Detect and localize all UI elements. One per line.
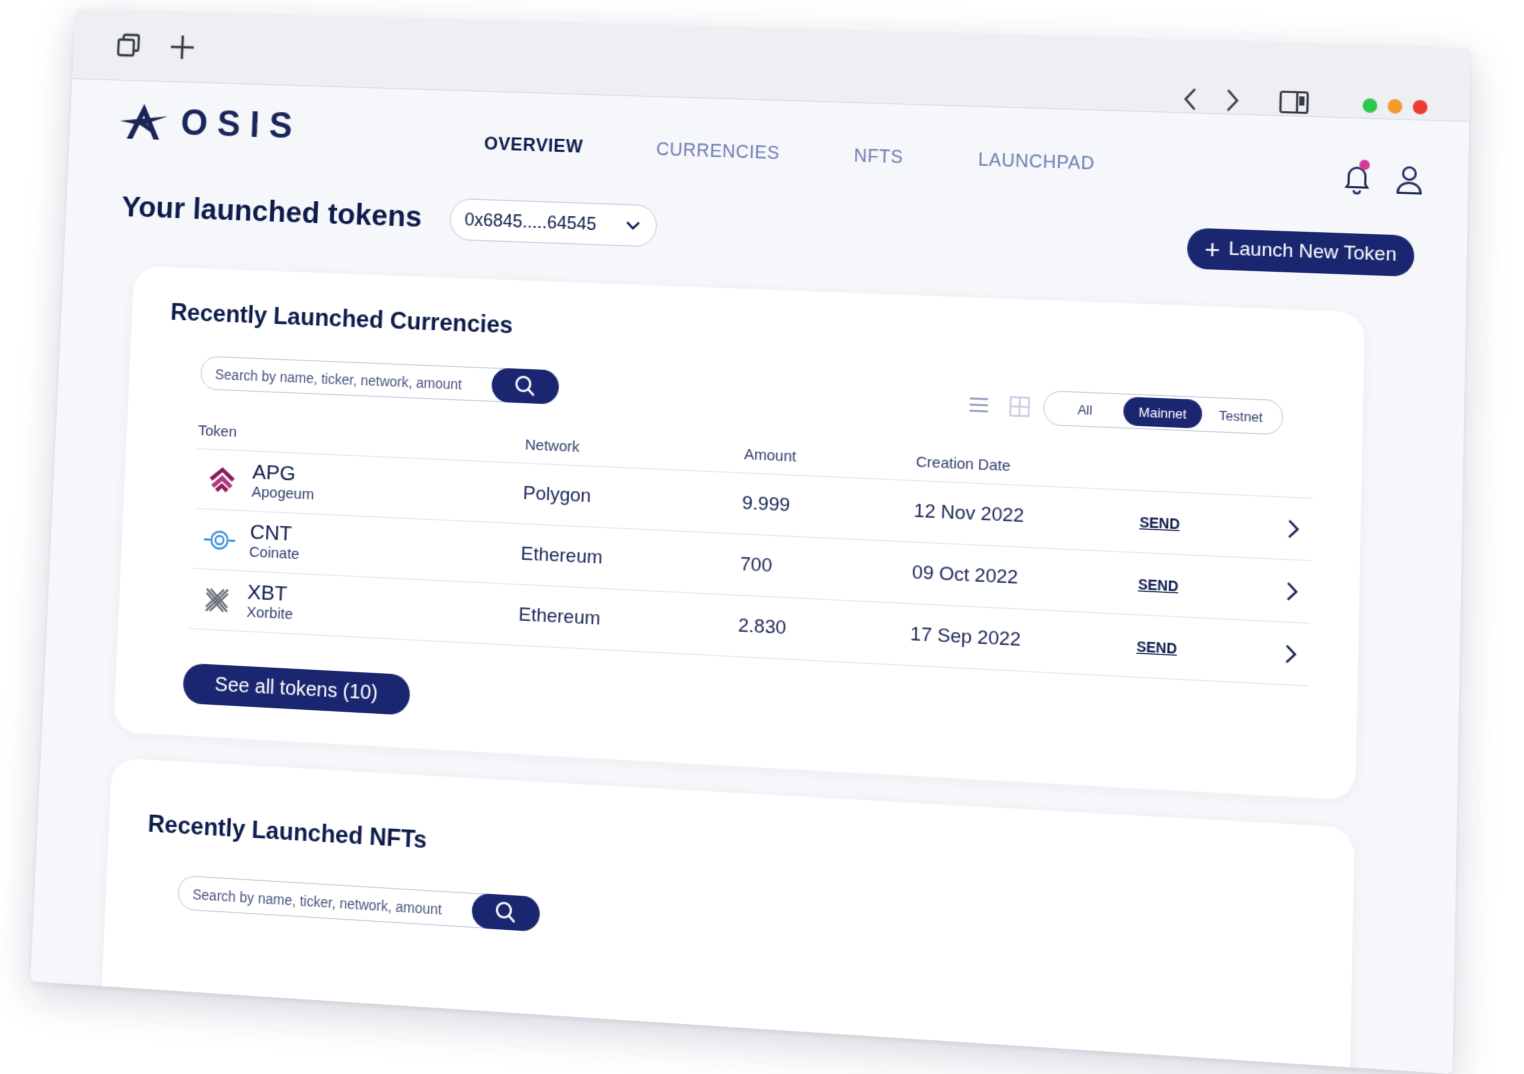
nfts-title: Recently Launched NFTs: [147, 810, 428, 855]
search-icon: [493, 899, 518, 925]
currencies-search-button[interactable]: [491, 367, 560, 405]
nfts-search-button[interactable]: [471, 892, 541, 932]
new-tab-icon[interactable]: [164, 29, 200, 65]
see-all-tokens-button[interactable]: See all tokens (10): [182, 662, 411, 716]
logo-text: OSIS: [180, 102, 303, 147]
chevron-down-icon: [626, 221, 640, 230]
chevron-right-icon[interactable]: [1285, 517, 1302, 541]
window-controls: [1362, 98, 1428, 115]
tabs-icon[interactable]: [111, 28, 147, 64]
nfts-search: [177, 875, 541, 932]
token-name: Xorbite: [246, 603, 294, 623]
app-content: OSIS OVERVIEW CURRENCIES NFTS LAUNCHPAD …: [30, 79, 1470, 1074]
filter-mainnet[interactable]: Mainnet: [1123, 396, 1203, 429]
browser-window: OSIS OVERVIEW CURRENCIES NFTS LAUNCHPAD …: [30, 8, 1471, 1074]
minimize-button[interactable]: [1387, 98, 1403, 114]
chevron-right-icon[interactable]: [1283, 579, 1300, 603]
currencies-card: Recently Launched Currencies All Mainnet…: [113, 265, 1365, 801]
xorbite-icon: [200, 582, 234, 618]
token-cell: XBT Xorbite: [190, 578, 519, 635]
nfts-search-input[interactable]: [191, 876, 469, 929]
token-amount: 2.830: [737, 614, 787, 639]
page-title: Your launched tokens: [120, 190, 423, 234]
token-cell: CNT Coinate: [193, 518, 522, 574]
token-date: 12 Nov 2022: [913, 499, 1025, 527]
bell-icon[interactable]: [1340, 159, 1374, 195]
token-ticker: XBT: [246, 580, 288, 606]
logo-icon: [119, 103, 168, 140]
nav-nfts[interactable]: NFTS: [854, 145, 904, 168]
nav-launchpad[interactable]: LAUNCHPAD: [978, 149, 1095, 174]
scene: OSIS OVERVIEW CURRENCIES NFTS LAUNCHPAD …: [0, 0, 1524, 1074]
token-cell: APG Apogeum: [195, 459, 524, 514]
filter-all[interactable]: All: [1046, 393, 1124, 425]
chevron-right-icon[interactable]: [1282, 642, 1299, 666]
column-network: Network: [524, 436, 580, 456]
wallet-select[interactable]: 0x6845.....64545: [449, 198, 658, 248]
launch-button-label: Launch New Token: [1228, 238, 1397, 266]
token-network: Ethereum: [518, 603, 601, 630]
column-date: Creation Date: [915, 453, 1011, 476]
close-button[interactable]: [1412, 99, 1428, 115]
main-nav: OVERVIEW CURRENCIES NFTS LAUNCHPAD: [484, 133, 1095, 174]
token-name: Coinate: [248, 543, 300, 563]
filter-testnet[interactable]: Testnet: [1201, 400, 1280, 432]
currencies-search-input[interactable]: [214, 357, 489, 403]
plus-icon: +: [1204, 233, 1221, 265]
token-ticker: CNT: [249, 520, 293, 546]
token-network: Ethereum: [520, 542, 603, 569]
currencies-search: [199, 355, 560, 405]
column-amount: Amount: [743, 445, 797, 466]
user-icon[interactable]: [1392, 163, 1426, 197]
send-link[interactable]: SEND: [1136, 638, 1282, 662]
nfts-card: Recently Launched NFTs: [100, 757, 1355, 1074]
launch-new-token-button[interactable]: + Launch New Token: [1186, 227, 1415, 277]
token-amount: 700: [739, 553, 773, 577]
list-view-icon[interactable]: [967, 393, 990, 416]
token-name: Apogeum: [251, 483, 315, 503]
nav-currencies[interactable]: CURRENCIES: [656, 139, 780, 164]
nav-overview[interactable]: OVERVIEW: [484, 133, 584, 157]
coinate-icon: [202, 522, 236, 558]
tokens-table: Token Network Amount Creation Date APG A…: [189, 413, 1314, 687]
token-date: 17 Sep 2022: [910, 623, 1022, 651]
send-link[interactable]: SEND: [1138, 575, 1284, 599]
send-link[interactable]: SEND: [1139, 513, 1285, 536]
apogeum-icon: [205, 462, 239, 497]
search-icon: [515, 376, 535, 397]
token-network: Polygon: [522, 482, 592, 507]
header-actions: [1340, 159, 1426, 197]
grid-view-icon[interactable]: [1008, 395, 1031, 418]
token-date: 09 Oct 2022: [911, 561, 1019, 589]
token-ticker: APG: [252, 460, 297, 486]
currencies-title: Recently Launched Currencies: [169, 298, 514, 340]
column-token: Token: [197, 422, 238, 441]
wallet-address: 0x6845.....64545: [464, 208, 597, 234]
logo[interactable]: OSIS: [117, 100, 303, 147]
maximize-button[interactable]: [1362, 98, 1378, 113]
network-filter: All Mainnet Testnet: [1042, 390, 1284, 436]
token-amount: 9.999: [741, 492, 791, 516]
view-toggle: [967, 393, 1031, 418]
